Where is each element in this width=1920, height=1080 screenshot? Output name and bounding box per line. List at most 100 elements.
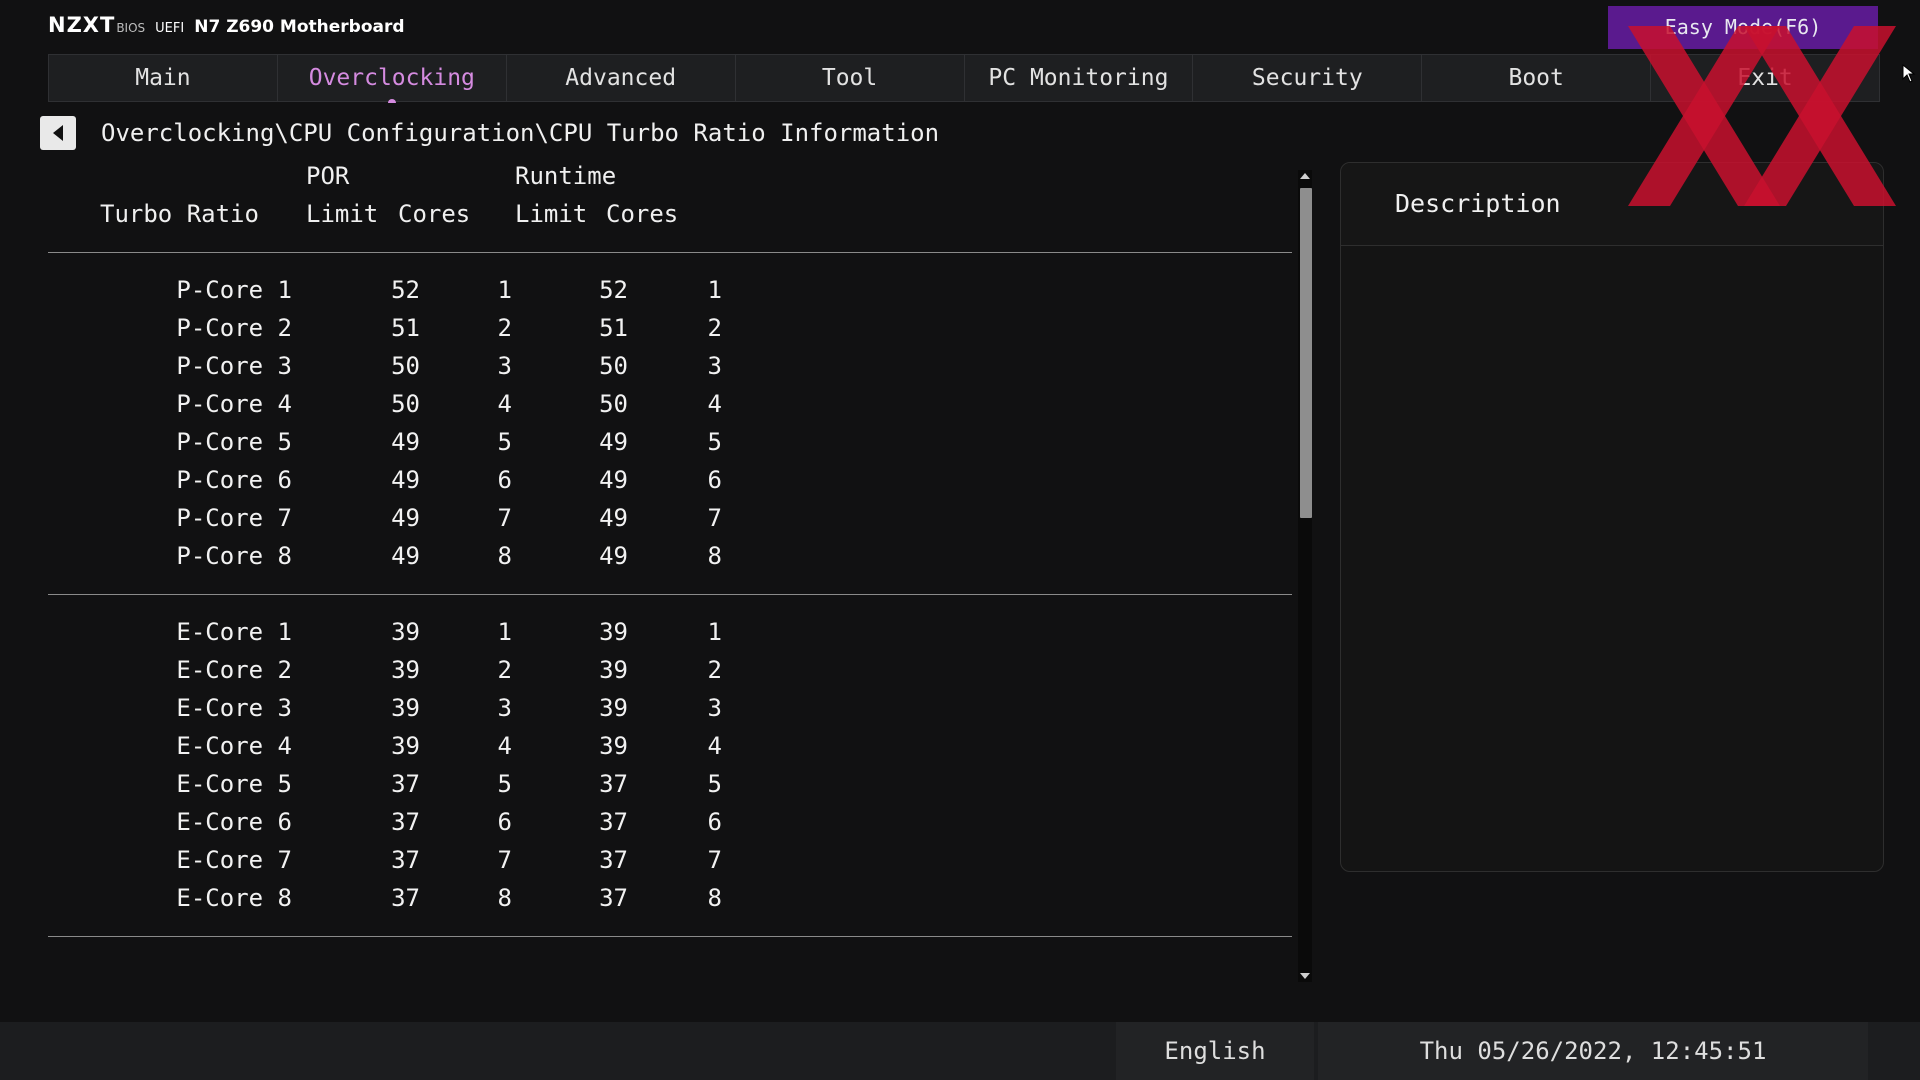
scrollbar-thumb[interactable] [1300,188,1312,518]
table-row: E-Core 4 39 4 39 4 [48,728,808,766]
row-name: E-Core 4 [176,732,292,760]
row-name: E-Core 1 [176,618,292,646]
runtime-cores-value: 8 [707,542,722,570]
runtime-cores-value: 4 [707,732,722,760]
row-name: E-Core 3 [176,694,292,722]
table-row: P-Core 4 50 4 50 4 [48,386,808,424]
por-limit-value: 39 [391,694,420,722]
tab-main[interactable]: Main [48,54,277,102]
table-row: E-Core 2 39 2 39 2 [48,652,808,690]
por-cores-value: 3 [497,352,512,380]
por-limit-value: 50 [391,390,420,418]
row-name: P-Core 7 [176,504,292,532]
runtime-cores-value: 2 [707,314,722,342]
header-por-cores: Cores [398,200,471,228]
tab-security[interactable]: Security [1192,54,1422,102]
runtime-limit-value: 39 [599,656,628,684]
por-cores-value: 7 [497,504,512,532]
por-limit-value: 39 [391,618,420,646]
datetime-value: Thu 05/26/2022, 12:45:51 [1419,1037,1767,1065]
por-cores-value: 5 [497,428,512,456]
por-cores-value: 7 [497,846,512,874]
table-row: E-Core 1 39 1 39 1 [48,614,808,652]
tab-label: PC Monitoring [988,65,1169,91]
main-menu: Main Overclocking Advanced Tool PC Monit… [48,54,1880,103]
por-limit-value: 37 [391,846,420,874]
por-limit-value: 39 [391,656,420,684]
tab-label: Main [135,65,191,91]
divider [48,252,1292,253]
mouse-cursor-icon [1902,64,1916,83]
runtime-limit-value: 49 [599,466,628,494]
por-limit-value: 49 [391,542,420,570]
back-arrow-icon [53,125,63,141]
back-button[interactable] [40,116,76,150]
table-row: P-Core 6 49 6 49 6 [48,462,808,500]
tab-advanced[interactable]: Advanced [505,54,735,102]
por-limit-value: 50 [391,352,420,380]
language-selector[interactable]: English [1116,1022,1314,1080]
por-limit-value: 49 [391,428,420,456]
row-name: P-Core 1 [176,276,292,304]
runtime-cores-value: 3 [707,694,722,722]
header-runtime-cores: Cores [606,200,679,228]
table-row: P-Core 1 52 1 52 1 [48,272,808,310]
xx-watermark-logo [1628,26,1896,206]
row-name: P-Core 3 [176,352,292,380]
datetime-display[interactable]: Thu 05/26/2022, 12:45:51 [1318,1022,1868,1080]
header-turbo-ratio: Turbo Ratio [100,200,259,228]
row-name: E-Core 2 [176,656,292,684]
runtime-limit-value: 37 [599,846,628,874]
tab-tool[interactable]: Tool [734,54,964,102]
runtime-limit-value: 52 [599,276,628,304]
table-row: E-Core 5 37 5 37 5 [48,766,808,804]
tab-pc-monitoring[interactable]: PC Monitoring [963,54,1193,102]
header-runtime: Runtime [515,162,617,190]
scroll-down-arrow-icon[interactable] [1300,973,1310,979]
table-row: E-Core 7 37 7 37 7 [48,842,808,880]
table-row: P-Core 2 51 2 51 2 [48,310,808,348]
runtime-limit-value: 37 [599,884,628,912]
row-name: P-Core 6 [176,466,292,494]
por-cores-value: 1 [497,618,512,646]
tab-label: Boot [1508,65,1564,91]
scrollbar[interactable] [1298,170,1312,982]
por-limit-value: 49 [391,466,420,494]
row-name: P-Core 4 [176,390,292,418]
nzxt-logo: NZXT [48,13,116,37]
por-cores-value: 2 [497,314,512,342]
por-limit-value: 51 [391,314,420,342]
runtime-cores-value: 2 [707,656,722,684]
tab-label: Tool [821,65,878,91]
status-bar: English Thu 05/26/2022, 12:45:51 [0,1022,1920,1080]
por-limit-value: 52 [391,276,420,304]
tab-overclocking[interactable]: Overclocking [276,54,506,103]
tab-boot[interactable]: Boot [1421,54,1651,102]
divider [48,936,1292,937]
por-cores-value: 2 [497,656,512,684]
runtime-cores-value: 5 [707,428,722,456]
row-name: P-Core 8 [176,542,292,570]
bios-tag: BIOS [116,21,146,35]
por-cores-value: 8 [497,884,512,912]
por-limit-value: 37 [391,770,420,798]
por-limit-value: 37 [391,884,420,912]
table-row: E-Core 3 39 3 39 3 [48,690,808,728]
por-cores-value: 6 [497,808,512,836]
scroll-up-arrow-icon[interactable] [1300,173,1310,179]
por-cores-value: 4 [497,732,512,760]
runtime-limit-value: 37 [599,808,628,836]
breadcrumb: Overclocking\CPU Configuration\CPU Turbo… [101,119,940,147]
por-limit-value: 49 [391,504,420,532]
row-name: P-Core 5 [176,428,292,456]
runtime-limit-value: 50 [599,390,628,418]
tab-label: Security [1251,65,1363,91]
runtime-cores-value: 3 [707,352,722,380]
por-cores-value: 6 [497,466,512,494]
uefi-tag: UEFI [155,21,185,36]
board-name: N7 Z690 Motherboard [194,17,405,37]
header-por: POR [306,162,350,190]
runtime-cores-value: 8 [707,884,722,912]
runtime-cores-value: 5 [707,770,722,798]
por-cores-value: 8 [497,542,512,570]
